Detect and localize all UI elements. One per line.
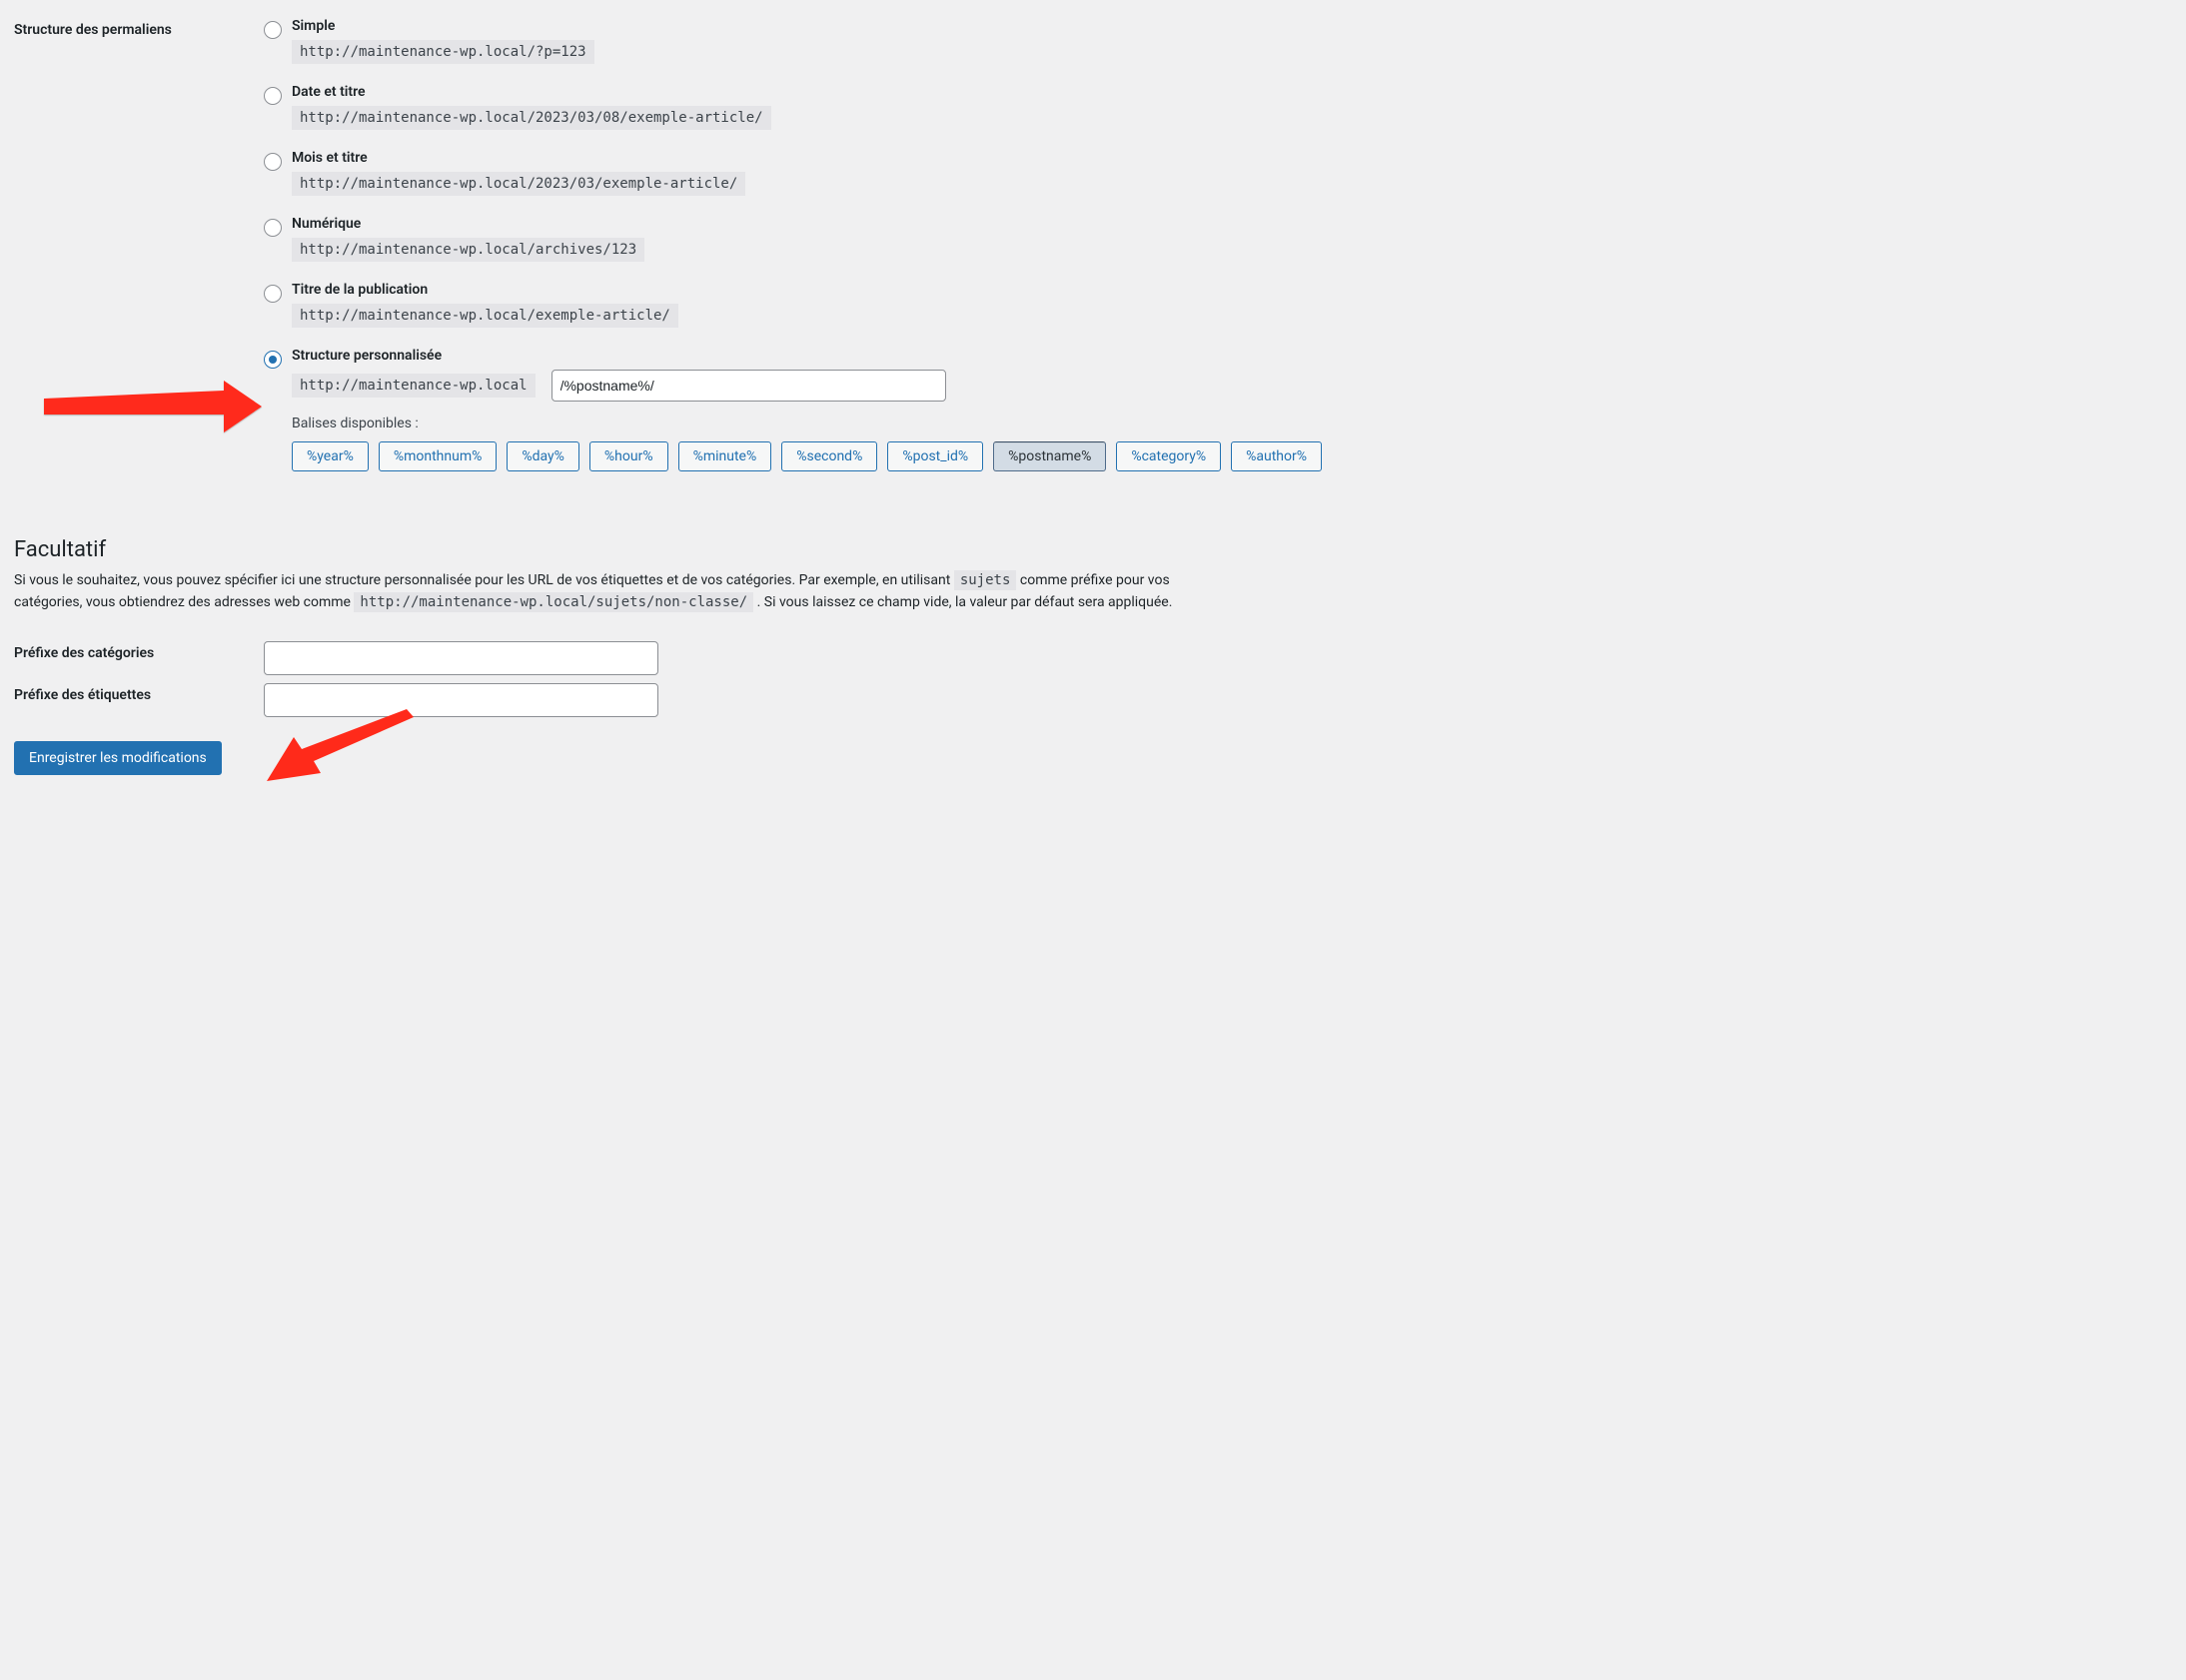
tag-hour[interactable]: %hour% <box>589 441 668 471</box>
radio-numeric[interactable] <box>264 219 282 237</box>
tag-year[interactable]: %year% <box>292 441 369 471</box>
tag-author[interactable]: %author% <box>1231 441 1322 471</box>
tag-day[interactable]: %day% <box>507 441 579 471</box>
example-numeric: http://maintenance-wp.local/archives/123 <box>292 238 644 262</box>
permalink-structure-heading: Structure des permaliens <box>14 14 264 495</box>
optional-desc-part3: . Si vous laissez ce champ vide, la vale… <box>757 594 1173 610</box>
tag-postname[interactable]: %postname% <box>993 441 1106 471</box>
tag-minute[interactable]: %minute% <box>678 441 772 471</box>
radio-date-title[interactable] <box>264 87 282 105</box>
category-prefix-input[interactable] <box>264 641 658 675</box>
custom-structure-input[interactable] <box>551 370 946 402</box>
custom-base-url: http://maintenance-wp.local <box>292 374 536 398</box>
example-date-title: http://maintenance-wp.local/2023/03/08/e… <box>292 106 771 130</box>
sample-prefix-code: sujets <box>954 570 1017 590</box>
label-custom: Structure personnalisée <box>292 348 2172 364</box>
radio-post-title[interactable] <box>264 285 282 303</box>
optional-heading: Facultatif <box>14 537 2172 562</box>
label-month-title: Mois et titre <box>292 150 2172 166</box>
tag-post-id[interactable]: %post_id% <box>887 441 983 471</box>
example-post-title: http://maintenance-wp.local/exemple-arti… <box>292 304 678 328</box>
label-post-title: Titre de la publication <box>292 282 2172 298</box>
radio-simple[interactable] <box>264 21 282 39</box>
tag-category[interactable]: %category% <box>1116 441 1221 471</box>
label-numeric: Numérique <box>292 216 2172 232</box>
radio-month-title[interactable] <box>264 153 282 171</box>
optional-description: Si vous le souhaitez, vous pouvez spécif… <box>14 570 1233 613</box>
category-prefix-label: Préfixe des catégories <box>14 637 264 679</box>
example-month-title: http://maintenance-wp.local/2023/03/exem… <box>292 172 745 196</box>
sample-url-code: http://maintenance-wp.local/sujets/non-c… <box>354 592 753 612</box>
tag-prefix-input[interactable] <box>264 683 658 717</box>
available-tags-label: Balises disponibles : <box>292 416 2172 431</box>
example-simple: http://maintenance-wp.local/?p=123 <box>292 40 594 64</box>
label-date-title: Date et titre <box>292 84 2172 100</box>
radio-custom[interactable] <box>264 351 282 369</box>
save-button[interactable]: Enregistrer les modifications <box>14 741 222 775</box>
tag-monthnum[interactable]: %monthnum% <box>379 441 498 471</box>
tag-prefix-label: Préfixe des étiquettes <box>14 679 264 721</box>
tag-second[interactable]: %second% <box>781 441 877 471</box>
label-simple: Simple <box>292 18 2172 34</box>
optional-desc-part1: Si vous le souhaitez, vous pouvez spécif… <box>14 572 954 588</box>
